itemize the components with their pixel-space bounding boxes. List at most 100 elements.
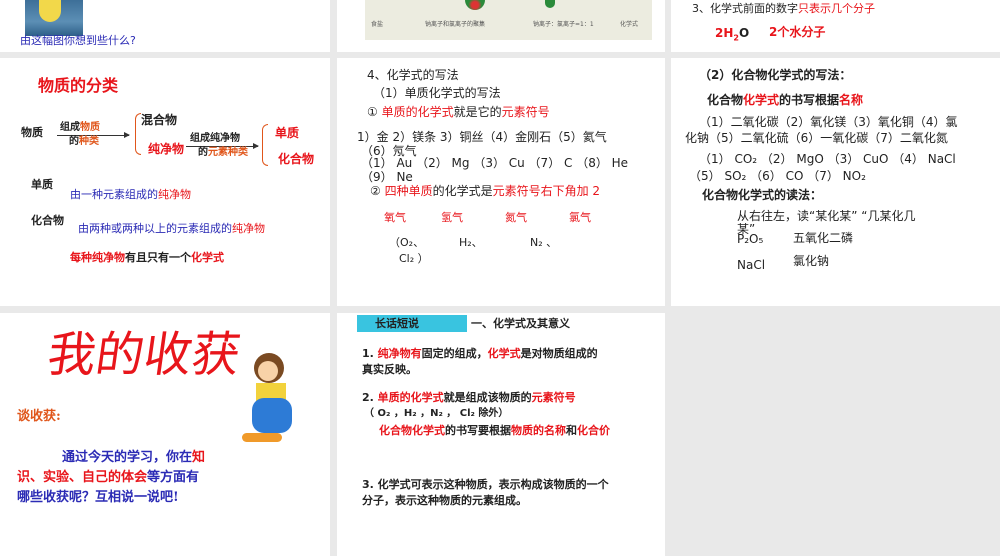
slide-thumbnail-6[interactable]: （2）化合物化学式的写法： 化合物化学式的书写根据名称 （1）二氧化碳（2）氧化… <box>671 58 1000 306</box>
example-formula: P₂O₅ <box>737 232 764 246</box>
slide-thumbnail-1[interactable]: 由这幅图你想到些什么? <box>0 0 330 52</box>
rule-2: ② 四种单质的化学式是元素符号右下角加 2 <box>370 184 600 198</box>
text-segment: 等方面有 <box>147 470 200 485</box>
label-formula: 化学式 <box>620 21 639 28</box>
text-segment: 名称 <box>839 93 864 107</box>
text-segment: 的书写根据 <box>779 93 840 107</box>
bird-figure <box>39 0 61 22</box>
example-name: 五氧化二磷 <box>793 231 854 245</box>
formula-2h2o: 2H2O <box>715 26 750 43</box>
text-segment: 哪些收获呢？互相说一说吧! <box>17 490 179 505</box>
point-3-cont: 分子，表示这种物质的元素组成。 <box>362 494 527 507</box>
subheading: 化合物化学式的读法： <box>702 188 823 202</box>
text-segment: 化合物化学式 <box>379 424 445 437</box>
text-segment: 化学式 <box>191 251 224 264</box>
text-segment: 的化学式是 <box>432 184 493 198</box>
slide-thumbnail-7[interactable]: 我的收获 谈收获: 通过今天的学习，你在知 识、实验、自己的体会等方面有 哪些收… <box>0 313 330 556</box>
answer-line: （1） CO₂ （2） MgO （3） CuO （4） NaCl <box>699 152 956 166</box>
text-segment: 单质的化学式 <box>381 105 454 119</box>
text-segment: 元素符号右下角加 2 <box>492 184 601 198</box>
text-segment: 单质的化学式 <box>377 391 444 404</box>
arrow2-label-top: 组成纯净物 <box>190 133 240 144</box>
heading: （2）化合物化学式的写法： <box>699 68 852 82</box>
gas-nitrogen: 氮气 <box>505 211 527 224</box>
term-compound: 化合物 <box>31 214 64 227</box>
text-segment: 的 <box>69 136 79 147</box>
exercise-line: （1）二氧化碳（2）氧化镁（3）氧化铜（4）氯 <box>699 115 958 129</box>
brace-2 <box>262 124 268 166</box>
slide-thumbnail-8[interactable]: 长话短说 一、化学式及其意义 1. 纯净物有固定的组成，化学式是对物质组成的 真… <box>337 313 665 556</box>
thinking-girl-illustration <box>242 353 298 448</box>
text-segment: 元素符号 <box>501 105 550 119</box>
text-segment: 纯净物 <box>232 222 265 235</box>
slide-thumbnail-2[interactable]: 食盐 钠离子和氯离子的聚集 钠离子：氯离子=1：1 化学式 <box>337 0 665 52</box>
text-segment: 识、实验、自己的体会 <box>17 470 148 485</box>
rule-line: 化合物化学式的书写根据名称 <box>707 93 863 107</box>
slide-caption: 由这幅图你想到些什么? <box>20 34 136 47</box>
answer-line: （9） Ne <box>361 170 413 184</box>
slide-thumbnail-3[interactable]: 3、化学式前面的数字只表示几个分子 2H2O 2个水分子 <box>671 0 1000 52</box>
tag-label: 长话短说 <box>357 315 467 332</box>
ion-cluster <box>465 0 485 10</box>
text-segment: 物质的名称 <box>511 424 566 437</box>
label-salt: 食盐 <box>371 21 384 28</box>
body-line: 通过今天的学习，你在知 <box>62 449 205 466</box>
formula-meaning: 2个水分子 <box>769 25 826 39</box>
text-segment: 组成 <box>60 122 80 133</box>
formula-o2: （O₂、 <box>389 236 425 249</box>
text-segment: 化合价 <box>577 424 610 437</box>
slide-thumbnail-4[interactable]: 物质的分类 物质 组成物质 的种类 混合物 纯净物 组成纯净物 的元素种类 单质… <box>0 58 330 306</box>
text-segment: 纯净物 <box>158 188 191 201</box>
text-segment: 只表示几个分子 <box>798 2 875 15</box>
node-mixture: 混合物 <box>141 113 178 127</box>
text-segment: 就是组成该物质的 <box>443 391 532 404</box>
ion-pair <box>545 0 555 8</box>
label-ion-ratio: 钠离子：氯离子=1：1 <box>533 21 594 28</box>
slide-text-line: 3、化学式前面的数字只表示几个分子 <box>692 2 875 16</box>
node-pure: 纯净物 <box>148 142 185 156</box>
text-segment: 元素种类 <box>208 147 248 158</box>
point-1-cont: 真实反映。 <box>362 363 417 376</box>
point-2: 2. 单质的化学式就是组成该物质的元素符号 <box>362 391 576 405</box>
text-segment: 通过今天的学习，你在 <box>62 450 193 465</box>
body-line: 哪些收获呢？互相说一说吧! <box>17 489 179 506</box>
arrow-label-top: 组成物质 <box>60 122 100 133</box>
text-segment: 元素符号 <box>531 391 576 404</box>
arrow-label-bottom: 的种类 <box>69 136 99 147</box>
subheading: 谈收获: <box>17 409 61 424</box>
text-segment: 由两种或两种以上的元素组成的 <box>78 222 232 235</box>
formula-h2: H₂、 <box>459 236 483 249</box>
answer-line: （5） SO₂ （6） CO （7） NO₂ <box>689 169 866 183</box>
heading: 4、化学式的写法 <box>367 68 459 82</box>
text-segment: 纯净物有 <box>377 347 422 360</box>
text-segment: 固定的组成， <box>421 347 488 360</box>
text-segment: ① <box>367 105 382 119</box>
formula-n2: N₂ 、 <box>530 236 558 249</box>
exercise-line: 1）金 2）镁条 3）铜丝（4）金刚石（5）氦气 <box>357 130 607 144</box>
point-3: 3. 化学式可表示这种物质，表示构成该物质的一个 <box>362 478 609 491</box>
text-segment: 的书写要根据 <box>445 424 511 437</box>
answer-line: （1） Au （2） Mg （3） Cu （7） C （8） He <box>361 156 629 170</box>
definition-compound: 由两种或两种以上的元素组成的纯净物 <box>78 222 265 236</box>
text-segment: 和 <box>566 424 577 437</box>
text-segment: 是对物质组成的 <box>520 347 598 360</box>
rule-1: ① 单质的化学式就是它的元素符号 <box>367 105 550 119</box>
text-segment: 就是它的 <box>453 105 502 119</box>
gas-oxygen: 氧气 <box>384 211 406 224</box>
slide-thumbnail-5[interactable]: 4、化学式的写法 （1）单质化学式的写法 ① 单质的化学式就是它的元素符号 1）… <box>337 58 665 306</box>
node-compound: 化合物 <box>278 152 315 166</box>
text-segment: ② <box>370 184 385 198</box>
gas-hydrogen: 氢气 <box>441 211 463 224</box>
slide-title: 物质的分类 <box>38 76 119 95</box>
diagram-root: 物质 <box>21 126 43 139</box>
point-2-exception: （ O₂ ，H₂ ，N₂ ， Cl₂ 除外） <box>364 408 509 419</box>
example-formula: NaCl <box>737 258 766 272</box>
heading: 一、化学式及其意义 <box>471 317 570 330</box>
text-segment: 种类 <box>79 136 99 147</box>
example-name: 氯化钠 <box>793 254 830 268</box>
text-segment: 知 <box>192 450 206 465</box>
text-segment: 四种单质 <box>384 184 433 198</box>
node-element: 单质 <box>275 126 300 140</box>
text-segment: 每种纯净物 <box>70 251 125 264</box>
text-segment: 1. <box>362 347 378 360</box>
